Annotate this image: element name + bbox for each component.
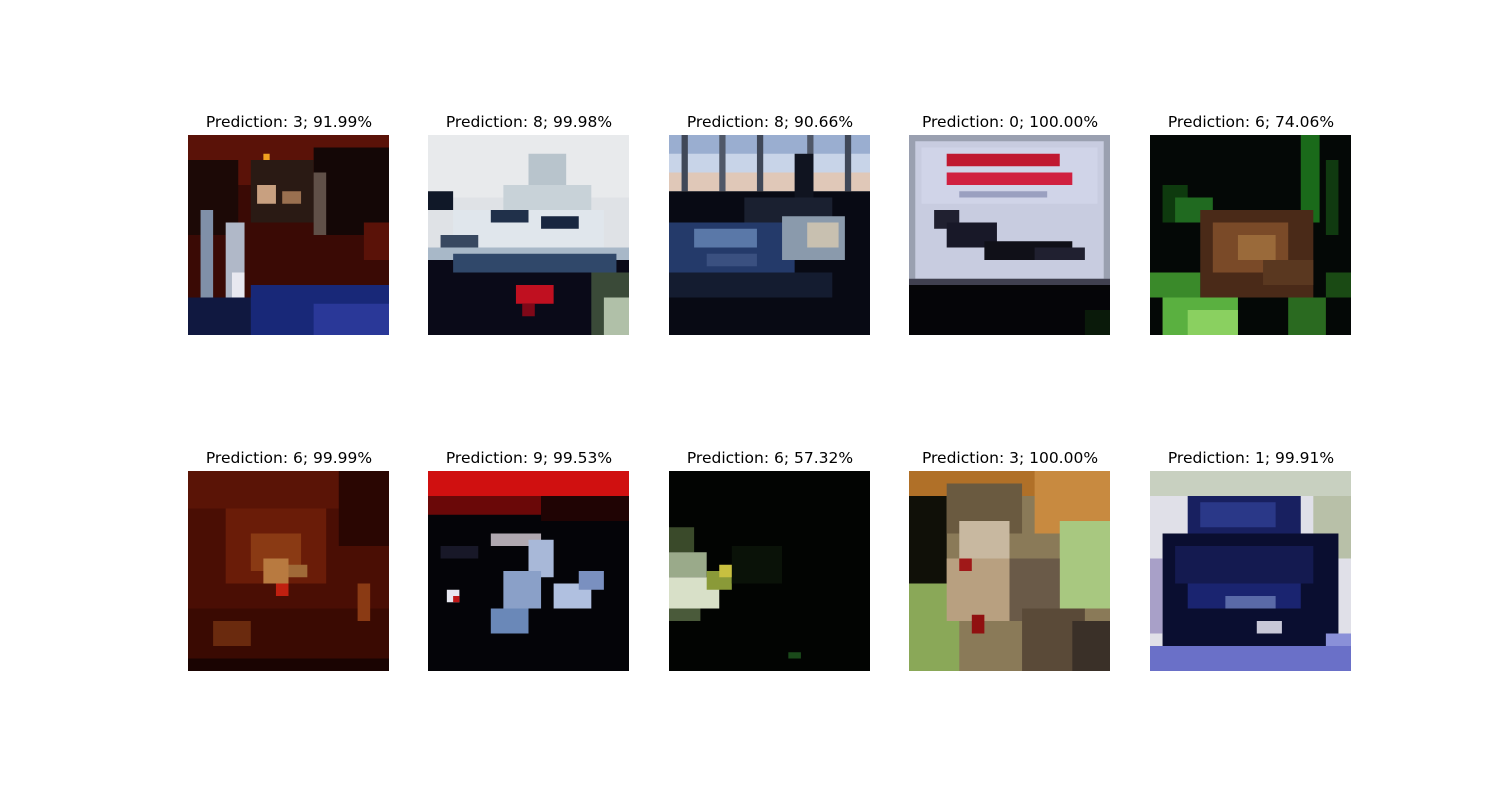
cifar-thumbnail-ship-harbor: [669, 135, 870, 335]
cifar-thumbnail-airplane-sign: [909, 135, 1110, 335]
cifar-thumbnail-ship-white: [428, 135, 629, 335]
cifar-thumbnail-truck-dark: [428, 471, 629, 671]
cifar-thumbnail-frog-grass: [1150, 135, 1351, 335]
cifar-thumbnail-frog-dark: [669, 471, 870, 671]
prediction-figure: Prediction: 3; 91.99% Prediction: 8; 99.…: [0, 0, 1500, 800]
panel-title: Prediction: 0; 100.00%: [921, 113, 1099, 131]
panel-title: Prediction: 6; 74.06%: [1167, 113, 1335, 131]
panel-title: Prediction: 1; 99.91%: [1167, 449, 1335, 467]
panel-title: Prediction: 8; 99.98%: [445, 113, 613, 131]
cifar-thumbnail-frog-red: [188, 471, 389, 671]
cifar-thumbnail-cat-dark-red: [188, 135, 389, 335]
panel-title: Prediction: 9; 99.53%: [445, 449, 613, 467]
cifar-thumbnail-cat-green: [909, 471, 1110, 671]
cifar-thumbnail-car-blue: [1150, 471, 1351, 671]
panel-title: Prediction: 3; 100.00%: [921, 449, 1099, 467]
